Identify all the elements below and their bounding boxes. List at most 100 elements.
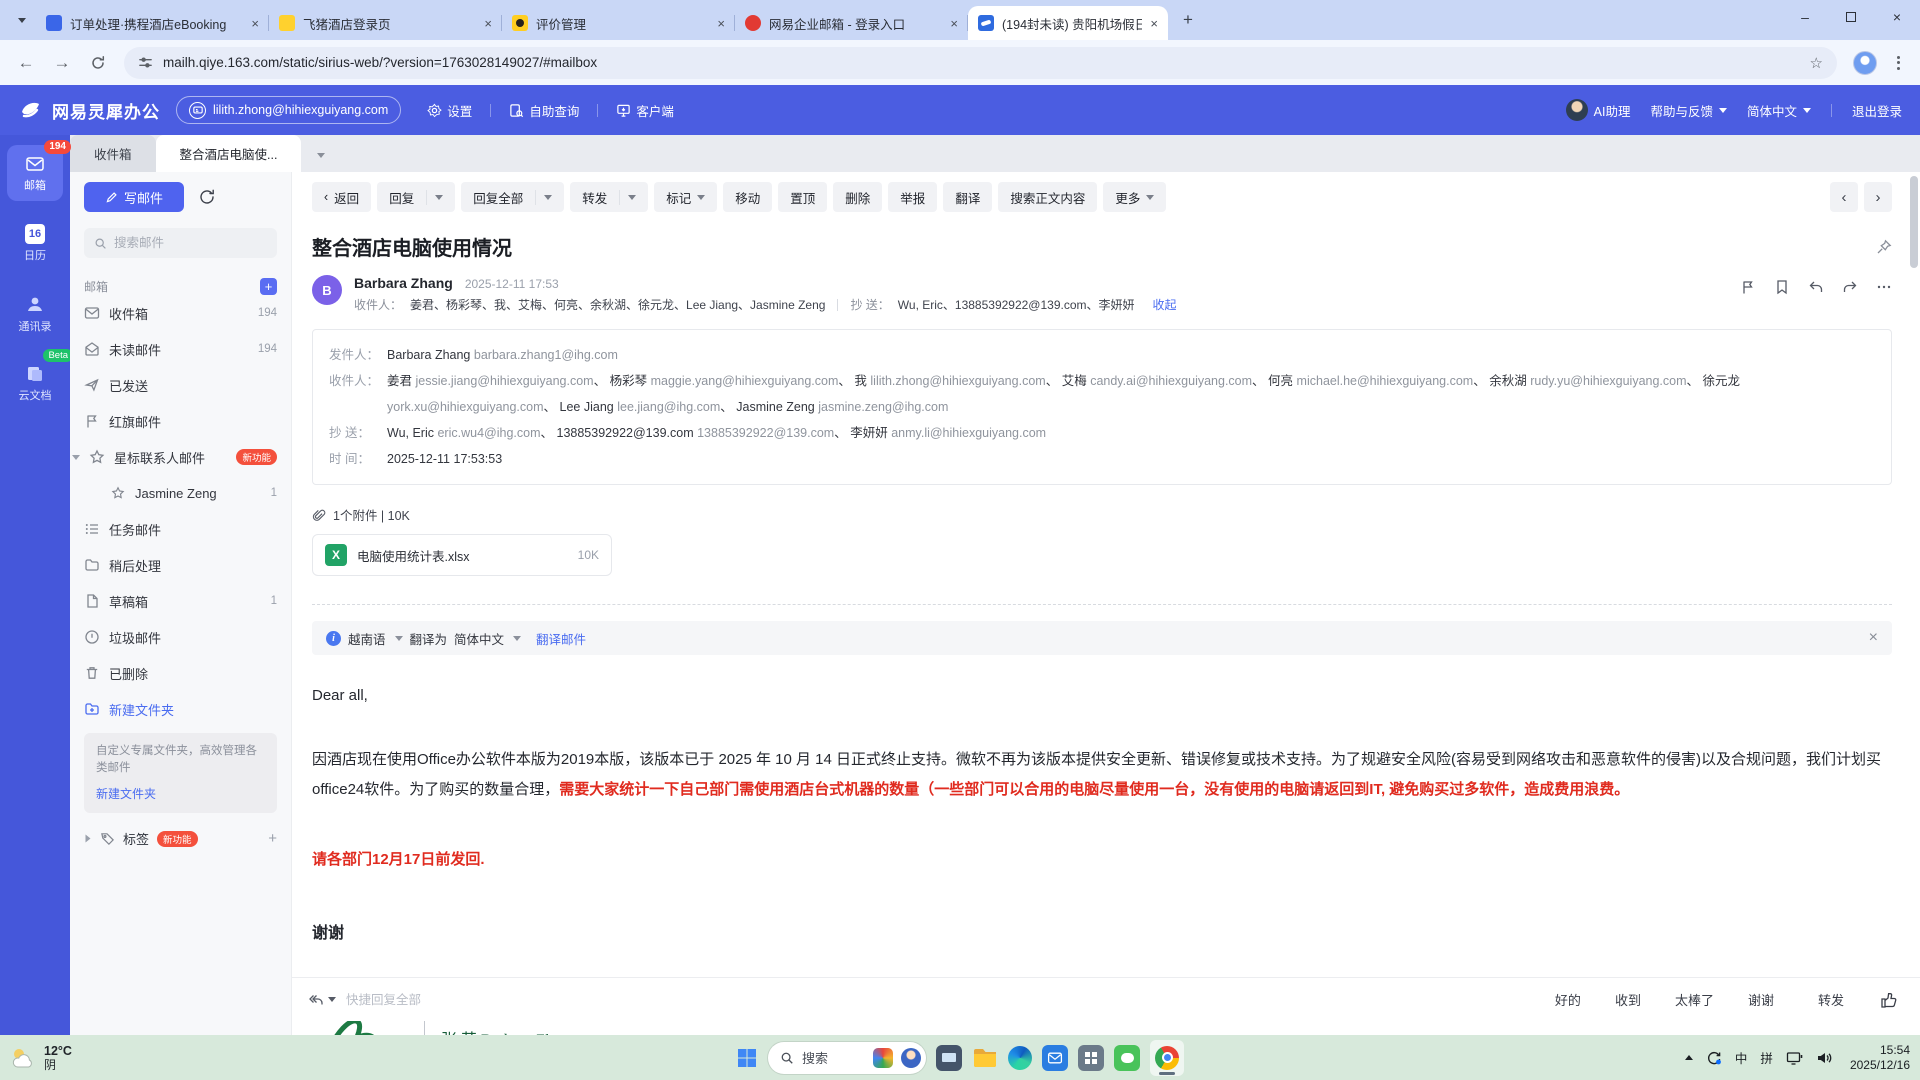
browser-tab-active[interactable]: (194封未读) 贵阳机场假日酒 × (968, 6, 1168, 40)
tab-close-icon[interactable]: × (484, 16, 492, 31)
minimize-button[interactable]: – (1782, 0, 1828, 34)
thumbs-up-icon[interactable] (1880, 991, 1898, 1009)
mark-button[interactable]: 标记 (654, 182, 718, 212)
rail-item-docs[interactable]: Beta 云文档 (7, 349, 73, 411)
language-menu[interactable]: 简体中文 (1747, 101, 1811, 120)
sidebar-item-tags[interactable]: 标签 新功能 + (84, 829, 277, 848)
collapse-caret-icon[interactable] (72, 454, 80, 460)
forward-button[interactable]: → (46, 47, 78, 79)
source-language-select[interactable]: 越南语 (348, 629, 386, 648)
pin-top-button[interactable]: 置顶 (778, 182, 828, 212)
taskbar-weather[interactable]: 12°C 阴 (10, 1044, 72, 1072)
recipient[interactable]: 李妍妍 anmy.li@hihiexguiyang.com (850, 426, 1046, 440)
recipient[interactable]: Wu, Eric eric.wu4@ihg.com (387, 426, 541, 440)
account-pill[interactable]: lilith.zhong@hihiexguiyang.com (176, 96, 402, 124)
target-language-select[interactable]: 简体中文 (454, 629, 504, 648)
quick-reply-input[interactable] (346, 992, 1521, 1007)
start-button[interactable] (736, 1047, 758, 1069)
from-contact[interactable]: Barbara Zhang barbara.zhang1@ihg.com (387, 342, 1875, 368)
ai-assistant-button[interactable]: AI助理 (1565, 99, 1630, 121)
recipient[interactable]: 杨彩琴 maggie.yang@hihiexguiyang.com (610, 374, 839, 388)
taskbar-clock[interactable]: 15:54 2025/12/16 (1850, 1043, 1910, 1073)
tray-chevron-up-icon[interactable] (1684, 1055, 1693, 1060)
browser-tab[interactable]: 评价管理 × (502, 6, 735, 40)
refresh-button[interactable] (82, 47, 114, 79)
reply-type-button[interactable] (308, 992, 336, 1008)
sidebar-item-drafts[interactable]: 草稿箱 1 (84, 583, 277, 619)
ime-language-indicator[interactable]: 中 (1735, 1048, 1748, 1067)
close-button[interactable]: × (1874, 0, 1920, 34)
recipient[interactable]: 我 lilith.zhong@hihiexguiyang.com (854, 374, 1045, 388)
tab-close-icon[interactable]: × (717, 16, 725, 31)
report-button[interactable]: 举报 (888, 182, 938, 212)
tab-close-icon[interactable]: × (950, 16, 958, 31)
sidebar-item-inbox[interactable]: 收件箱 194 (84, 295, 277, 331)
add-folder-icon[interactable]: + (260, 278, 277, 295)
taskbar-search[interactable]: 搜索 (768, 1041, 926, 1074)
chevron-down-icon[interactable] (394, 635, 403, 641)
chevron-down-icon[interactable] (544, 194, 553, 200)
tab-inbox[interactable]: 收件箱 (70, 135, 156, 172)
forward-icon[interactable] (1842, 279, 1858, 295)
close-translate-icon[interactable]: × (1869, 629, 1878, 647)
browser-menu-icon[interactable] (1887, 55, 1910, 70)
bookmark-icon[interactable] (1774, 279, 1790, 295)
sidebar-item-new-folder[interactable]: 新建文件夹 (84, 691, 277, 727)
recipient[interactable]: 余秋湖 rudy.yu@hihiexguiyang.com (1489, 374, 1686, 388)
tab-search-icon[interactable] (18, 17, 26, 23)
recipient[interactable]: 何亮 michael.he@hihiexguiyang.com (1268, 374, 1473, 388)
app-grid-icon[interactable] (1078, 1044, 1104, 1071)
attachment-card[interactable]: X 电脑使用统计表.xlsx 10K (312, 534, 612, 576)
tab-close-icon[interactable]: × (251, 16, 259, 31)
rail-item-mail[interactable]: 194 邮箱 (7, 140, 71, 201)
rail-item-calendar[interactable]: 16 日历 (7, 215, 63, 271)
more-icon[interactable] (1876, 279, 1892, 295)
browser-tab[interactable]: 网易企业邮箱 - 登录入口 × (735, 6, 968, 40)
flag-icon[interactable] (1740, 279, 1756, 295)
new-tab-button[interactable]: + (1174, 6, 1202, 34)
volume-icon[interactable] (1816, 1050, 1833, 1066)
recipient[interactable]: 艾梅 candy.ai@hihiexguiyang.com (1062, 374, 1252, 388)
sidebar-item-trash[interactable]: 已删除 (84, 655, 277, 691)
pin-icon[interactable] (1876, 239, 1892, 255)
help-feedback-menu[interactable]: 帮助与反馈 (1650, 101, 1727, 120)
tab-current-mail[interactable]: 整合酒店电脑使... (155, 135, 302, 172)
sidebar-item-starred-contacts[interactable]: 星标联系人邮件 新功能 (72, 439, 277, 475)
chevron-down-icon[interactable] (435, 194, 444, 200)
reply-icon[interactable] (1808, 279, 1824, 295)
chevron-down-icon[interactable] (513, 635, 522, 641)
ime-mode-indicator[interactable]: 拼 (1760, 1048, 1773, 1067)
mail-search-box[interactable] (84, 228, 277, 258)
translate-mail-link[interactable]: 翻译邮件 (536, 629, 586, 648)
recipient[interactable]: Jasmine Zeng jasmine.zeng@ihg.com (736, 400, 948, 414)
forward-link[interactable]: 转发 (1818, 990, 1844, 1009)
chrome-icon-active[interactable] (1150, 1039, 1184, 1076)
next-mail-button[interactable]: › (1864, 182, 1892, 212)
quick-reply-chip[interactable]: 收到 (1615, 990, 1641, 1009)
system-app-icon[interactable] (936, 1044, 962, 1071)
forward-button[interactable]: 转发 (570, 182, 649, 212)
rail-item-contacts[interactable]: 通讯录 (7, 285, 63, 341)
browser-tab[interactable]: 飞猪酒店登录页 × (269, 6, 502, 40)
bookmark-star-icon[interactable]: ☆ (1802, 54, 1831, 72)
profile-avatar[interactable] (1853, 50, 1877, 75)
tab-list-chevron-icon[interactable] (317, 153, 326, 158)
maximize-button[interactable] (1828, 0, 1874, 34)
delete-button[interactable]: 删除 (833, 182, 883, 212)
collapse-detail-link[interactable]: 收起 (1153, 296, 1177, 313)
search-body-button[interactable]: 搜索正文内容 (998, 182, 1098, 212)
url-bar[interactable]: mailh.qiye.163.com/static/sirius-web/?ve… (124, 46, 1837, 79)
sidebar-item-junk[interactable]: 垃圾邮件 (84, 619, 277, 655)
scrollbar-thumb[interactable] (1910, 176, 1918, 268)
sidebar-item-tasks[interactable]: 任务邮件 (84, 511, 277, 547)
sidebar-item-flagged[interactable]: 红旗邮件 (84, 403, 277, 439)
edge-icon[interactable] (1008, 1045, 1032, 1070)
sidebar-item-later[interactable]: 稍后处理 (84, 547, 277, 583)
search-mail-input[interactable] (114, 236, 254, 250)
logout-button[interactable]: 退出登录 (1852, 101, 1902, 120)
recipient[interactable]: Lee Jiang lee.jiang@ihg.com (560, 400, 721, 414)
display-tray-icon[interactable] (1786, 1050, 1803, 1066)
chevron-down-icon[interactable] (328, 997, 336, 1002)
translate-button[interactable]: 翻译 (943, 182, 993, 212)
file-explorer-icon[interactable] (972, 1046, 998, 1070)
